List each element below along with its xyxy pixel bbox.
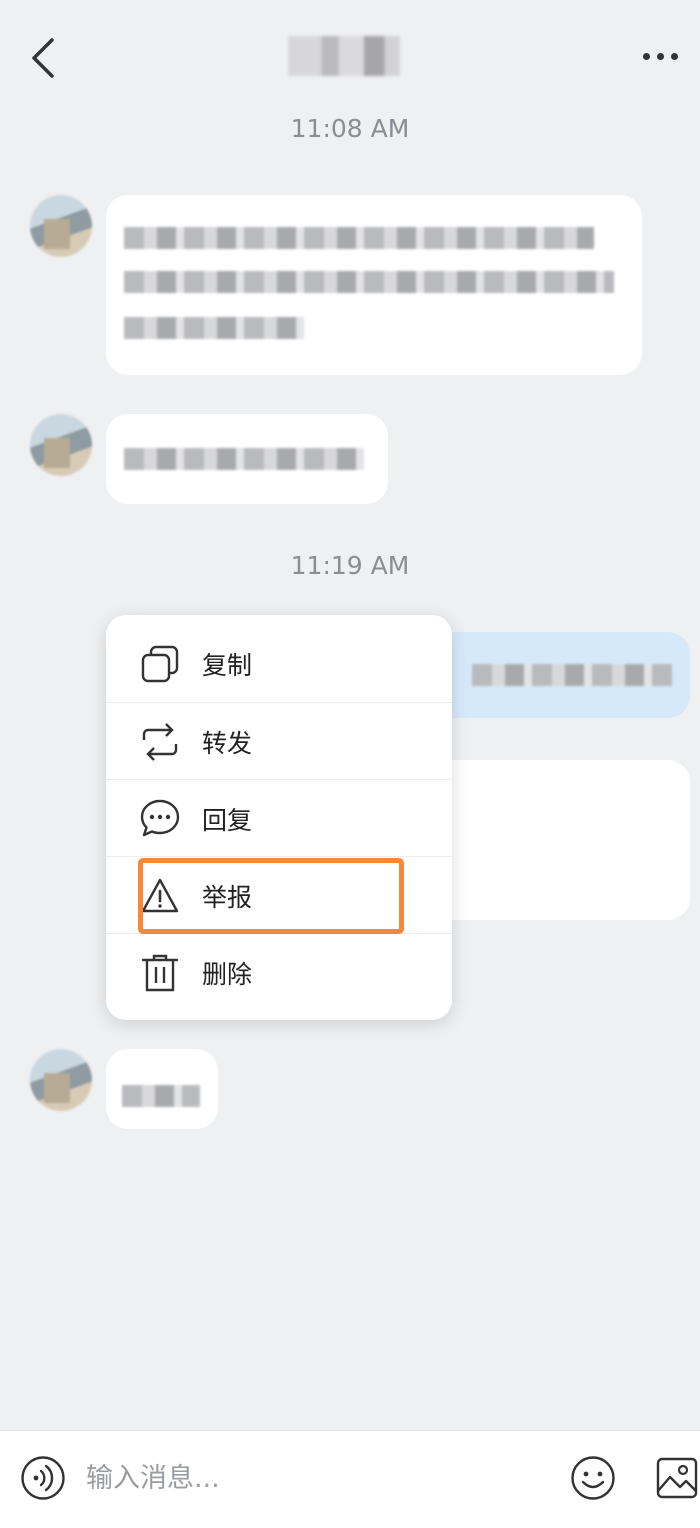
image-icon <box>656 1457 698 1499</box>
menu-item-label: 举报 <box>202 882 253 912</box>
image-button[interactable] <box>656 1455 698 1501</box>
voice-button[interactable] <box>20 1455 66 1501</box>
menu-item-reply[interactable]: 回复 <box>106 779 452 857</box>
emoji-icon <box>571 1456 615 1500</box>
report-warning-icon <box>138 874 182 918</box>
avatar[interactable] <box>30 195 92 257</box>
menu-item-label: 复制 <box>202 650 253 680</box>
trash-icon <box>138 951 182 995</box>
chevron-left-icon <box>32 38 54 78</box>
menu-item-forward[interactable]: 转发 <box>106 702 452 780</box>
menu-item-label: 回复 <box>202 805 253 835</box>
copy-icon <box>138 642 182 686</box>
menu-item-report[interactable]: 举报 <box>106 856 452 934</box>
forward-icon <box>138 720 182 764</box>
menu-item-copy[interactable]: 复制 <box>106 625 452 702</box>
emoji-button[interactable] <box>570 1455 616 1501</box>
chat-title-redacted <box>288 36 400 76</box>
reply-icon <box>138 797 182 841</box>
message-bubble-redacted[interactable] <box>106 195 642 375</box>
message-bubble-redacted[interactable] <box>106 1049 218 1129</box>
avatar[interactable] <box>30 1049 92 1111</box>
message-input[interactable] <box>86 1452 546 1504</box>
back-button[interactable] <box>18 30 68 86</box>
message-bubble-redacted[interactable] <box>106 414 388 504</box>
message-timestamp: 11:08 AM <box>290 114 410 143</box>
menu-item-label: 转发 <box>202 728 253 758</box>
message-context-menu: 复制 转发 回复 举报 删除 <box>106 615 452 1020</box>
more-horizontal-icon <box>642 52 650 60</box>
more-options-button[interactable] <box>632 40 688 72</box>
voice-icon <box>21 1456 65 1500</box>
menu-item-label: 删除 <box>202 959 253 989</box>
menu-item-delete[interactable]: 删除 <box>106 933 452 1011</box>
avatar[interactable] <box>30 414 92 476</box>
message-timestamp: 11:19 AM <box>290 551 410 580</box>
